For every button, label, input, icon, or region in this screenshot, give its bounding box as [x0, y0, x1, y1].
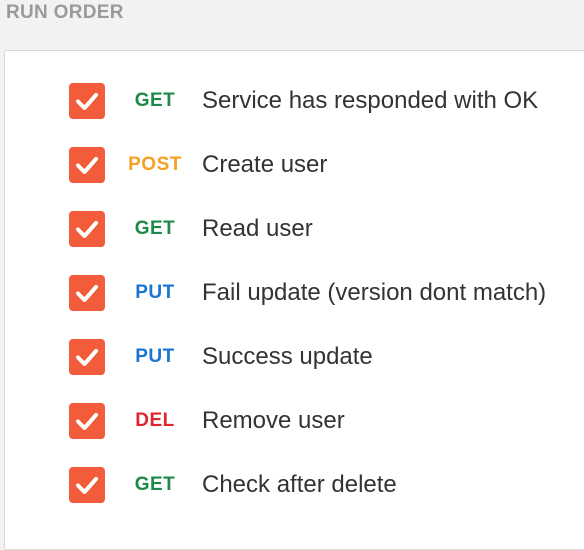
request-checkbox[interactable] — [69, 147, 105, 183]
method-badge: GET — [134, 474, 176, 495]
request-checkbox[interactable] — [69, 467, 105, 503]
method-badge: PUT — [135, 346, 175, 367]
request-name: Success update — [202, 343, 373, 370]
checkmark-icon — [76, 349, 98, 366]
request-name: Fail update (version dont match) — [202, 279, 547, 306]
checkmark-icon — [76, 477, 98, 494]
method-badge: PUT — [135, 282, 175, 303]
request-checkbox[interactable] — [69, 339, 105, 375]
request-row: PUT Success update — [5, 337, 584, 377]
request-name: Remove user — [202, 407, 345, 434]
method-badge: GET — [134, 218, 176, 239]
request-row: PUT Fail update (version dont match) — [5, 273, 584, 313]
method-badge: DEL — [135, 410, 175, 431]
checkmark-icon — [76, 93, 98, 110]
request-row: GET Read user — [5, 209, 584, 249]
checkmark-icon — [76, 221, 98, 238]
request-checkbox[interactable] — [69, 83, 105, 119]
request-name: Read user — [202, 215, 313, 242]
request-name: Check after delete — [202, 471, 397, 498]
request-row: GET Check after delete — [5, 465, 584, 505]
checkmark-icon — [76, 413, 98, 430]
run-order-header: RUN ORDER — [6, 2, 124, 23]
request-row: DEL Remove user — [5, 401, 584, 441]
run-order-panel: GET Service has responded with OK POST C… — [4, 50, 584, 550]
request-checkbox[interactable] — [69, 403, 105, 439]
checkmark-icon — [76, 285, 98, 302]
checkmark-icon — [76, 157, 98, 174]
request-name: Create user — [202, 151, 328, 178]
method-badge: POST — [128, 154, 182, 175]
request-row: POST Create user — [5, 145, 584, 185]
request-checkbox[interactable] — [69, 275, 105, 311]
request-checkbox[interactable] — [69, 211, 105, 247]
request-name: Service has responded with OK — [202, 87, 539, 114]
method-badge: GET — [134, 90, 176, 111]
request-row: GET Service has responded with OK — [5, 81, 584, 121]
